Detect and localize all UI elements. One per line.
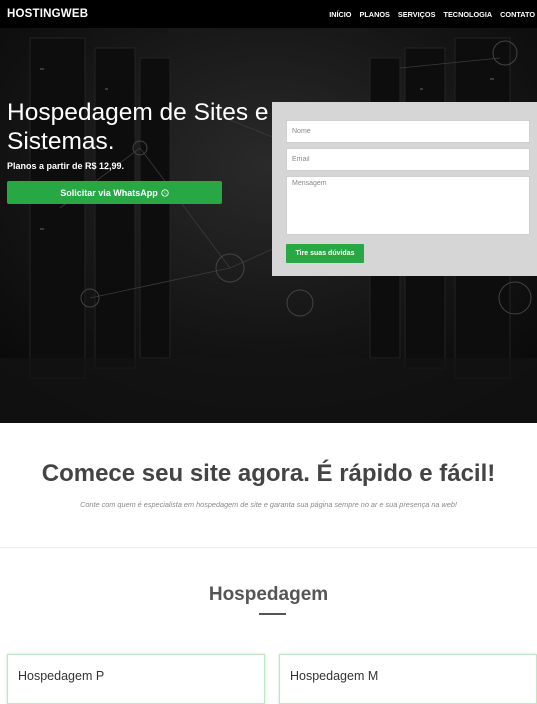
submit-questions-button[interactable]: Tire suas dúvidas [286,244,364,263]
intro-subtitle: Conte com quem é especialista em hospeda… [80,500,457,509]
plan-name: Hospedagem P [18,669,105,683]
main-menu: INÍCIO PLANOS SERVIÇOS TECNOLOGIA CONTAT… [329,10,537,19]
plan-card-p[interactable]: Hospedagem P [7,654,265,704]
message-field[interactable] [286,176,530,235]
plans-section-title: Hospedagem [208,584,329,605]
nav-link-tecnologia[interactable]: TECNOLOGIA [443,10,492,19]
section-divider [0,547,537,548]
hero-subtitle: Planos a partir de R$ 12,99. [7,161,125,171]
nav-link-inicio[interactable]: INÍCIO [329,10,351,19]
name-field[interactable] [286,120,530,143]
whatsapp-button-label: Solicitar via WhatsApp [60,187,158,198]
plan-name: Hospedagem M [290,669,379,683]
plan-card-m[interactable]: Hospedagem M [279,654,537,704]
title-underline [259,613,286,615]
intro-title: Comece seu site agora. É rápido e fácil! [41,460,496,487]
hero-section: Hospedagem de Sites e Sistemas. Planos a… [0,28,537,423]
brand-logo[interactable]: HOSTINGWEB [7,8,88,20]
whatsapp-icon [161,188,169,197]
nav-link-planos[interactable]: PLANOS [359,10,389,19]
email-field[interactable] [286,148,530,171]
whatsapp-request-button[interactable]: Solicitar via WhatsApp [7,181,222,204]
hero-title: Hospedagem de Sites e Sistemas. [7,99,269,155]
nav-link-contato[interactable]: CONTATO [500,10,535,19]
top-navbar: HOSTINGWEB INÍCIO PLANOS SERVIÇOS TECNOL… [0,0,537,28]
nav-link-servicos[interactable]: SERVIÇOS [398,10,436,19]
